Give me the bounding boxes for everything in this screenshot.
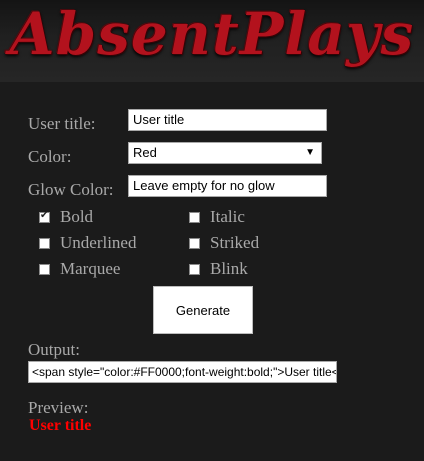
- output-field[interactable]: <span style="color:#FF0000;font-weight:b…: [28, 361, 337, 383]
- italic-checkbox[interactable]: [189, 211, 200, 223]
- striked-checkbox[interactable]: [189, 237, 200, 249]
- underlined-label: Underlined: [60, 233, 137, 252]
- bold-checkbox[interactable]: [39, 210, 50, 223]
- chevron-down-icon[interactable]: ▼: [305, 143, 317, 163]
- blink-checkbox[interactable]: [189, 263, 200, 275]
- output-label: Output:: [28, 340, 80, 359]
- preview-text: User title: [29, 417, 92, 434]
- glow-color-placeholder: Leave empty for no glow: [133, 178, 275, 193]
- underlined-checkbox[interactable]: [39, 237, 50, 249]
- generate-button[interactable]: Generate: [153, 286, 253, 334]
- color-select-value: Red: [133, 145, 157, 160]
- blink-label: Blink: [210, 259, 248, 278]
- option-italic[interactable]: Italic: [189, 207, 245, 227]
- site-logo[interactable]: AbsentPlays: [6, 0, 418, 68]
- option-blink[interactable]: Blink: [189, 259, 248, 279]
- marquee-label: Marquee: [60, 259, 121, 278]
- italic-label: Italic: [210, 207, 245, 226]
- color-label: Color:: [28, 147, 72, 166]
- option-bold[interactable]: Bold: [39, 207, 93, 227]
- glow-color-input[interactable]: Leave empty for no glow: [128, 175, 327, 197]
- option-striked[interactable]: Striked: [189, 233, 259, 253]
- marquee-checkbox[interactable]: [39, 263, 50, 275]
- preview-label: Preview:: [28, 398, 89, 417]
- option-marquee[interactable]: Marquee: [39, 259, 120, 279]
- user-title-input[interactable]: User title: [128, 109, 327, 131]
- option-underlined[interactable]: Underlined: [39, 233, 136, 253]
- bold-label: Bold: [60, 207, 94, 226]
- glow-color-label: Glow Color:: [28, 180, 114, 199]
- striked-label: Striked: [210, 233, 260, 252]
- site-header: AbsentPlays: [0, 0, 424, 82]
- color-select[interactable]: Red ▼: [128, 142, 322, 164]
- user-title-label: User title:: [28, 114, 96, 133]
